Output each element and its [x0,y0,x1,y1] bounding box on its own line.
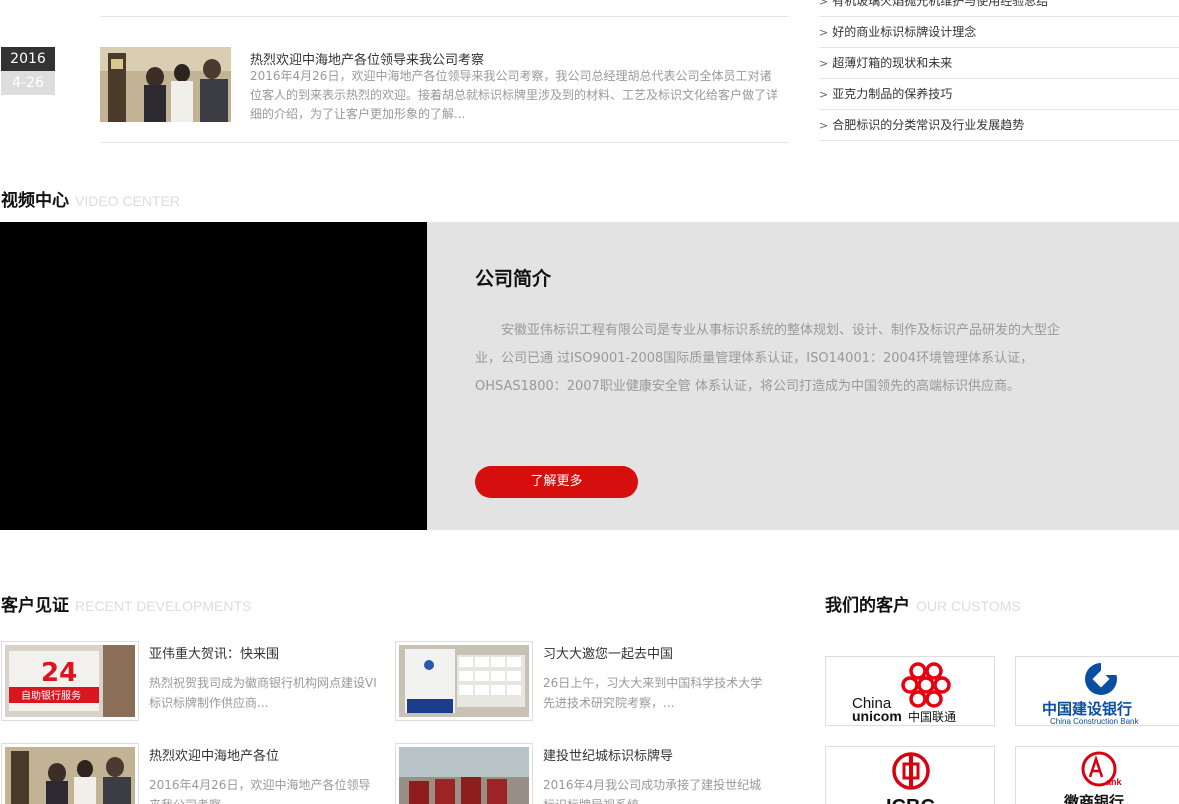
ccb-en: China Construction Bank [1050,717,1139,726]
cases-section-heading: 客户见证 RECENT DEVELOPMENTS [1,591,251,616]
video-section-subtitle: VIDEO CENTER [75,193,181,209]
svg-text:自助银行服务: 自助银行服务 [21,689,81,702]
svg-text:24: 24 [41,658,77,688]
case-thumbnail[interactable]: 24 自助银行服务 [1,641,139,721]
news-date-month-day: 4-26 [1,71,55,95]
case-summary: 26日上午，习大大来到中国科学技术大学先进技术研究院考察，... [543,676,763,710]
unicom-en-line2: unicom [852,708,902,724]
ccb-cn: 中国建设银行 [1042,700,1132,718]
huishang-en: ank [1106,777,1123,787]
company-intro-text: 安徽亚伟标识工程有限公司是专业从事标识系统的整体规划、设计、制作及标识产品研发的… [475,323,1061,394]
cases-section-subtitle: RECENT DEVELOPMENTS [75,598,252,614]
case-summary: 2016年4月26日，欢迎中海地产各位领导来我公司考察，... [149,778,371,804]
case-title[interactable]: 亚伟重大贺讯：快来围 [149,643,279,662]
side-news-list: > 有机玻璃火焰抛光机维护与使用经验总结 > 好的商业标识标牌设计理念 > 超薄灯箱的… [819,0,1179,141]
client-logo-huishang-bank[interactable]: ank 徽商银行 [1015,746,1179,804]
icbc-logo-icon: ICBC [886,752,935,804]
chevron-right-icon: > [819,0,829,8]
clients-section-title: 我们的客户 [825,596,910,616]
case-summary: 2016年4月我公司成功承接了建投世纪城标识标牌导视系统... [543,778,762,804]
side-news-text: 好的商业标识标牌设计理念 [832,25,977,39]
side-news-item[interactable]: > 亚克力制品的保养技巧 [819,79,1179,110]
news-date-year: 2016 [1,47,55,71]
icbc-text: ICBC [886,796,935,804]
news-title-link[interactable]: 热烈欢迎中海地产各位领导来我公司考察 [250,49,484,68]
case-title[interactable]: 建投世纪城标识标牌导 [543,745,673,764]
side-news-item[interactable]: > 合肥标识的分类常识及行业发展趋势 [819,110,1179,141]
side-news-item[interactable]: > 超薄灯箱的现状和未来 [819,48,1179,79]
chevron-right-icon: > [819,26,829,39]
side-news-item[interactable]: > 有机玻璃火焰抛光机维护与使用经验总结 [819,0,1179,17]
video-section-heading: 视频中心 VIDEO CENTER [1,186,180,211]
news-thumbnail[interactable] [100,47,231,122]
chevron-right-icon: > [819,57,829,70]
huishang-cn: 徽商银行 [1063,793,1124,804]
client-logo-china-unicom[interactable]: China unicom 中国联通 [825,656,995,726]
huishang-bank-logo-icon: ank 徽商银行 [1063,751,1124,804]
clients-section-heading: 我们的客户 OUR CUSTOMS [825,591,1021,616]
case-title[interactable]: 习大大邀您一起去中国 [543,643,673,662]
case-thumbnail[interactable] [395,641,533,721]
video-player[interactable] [0,222,427,530]
side-news-text: 有机玻璃火焰抛光机维护与使用经验总结 [832,0,1049,8]
clients-section-subtitle: OUR CUSTOMS [916,598,1021,614]
case-summary: 热烈祝贺我司成为徽商银行机构网点建设VI标识标牌制作供应商... [149,676,377,710]
unicom-cn: 中国联通 [908,709,956,724]
side-news-text: 合肥标识的分类常识及行业发展趋势 [832,118,1025,132]
case-title[interactable]: 热烈欢迎中海地产各位 [149,745,279,764]
chevron-right-icon: > [819,88,829,101]
chevron-right-icon: > [819,119,829,132]
ccb-logo-icon: 中国建设银行 China Construction Bank [1042,663,1139,726]
side-news-text: 亚克力制品的保养技巧 [832,87,953,101]
side-news-item[interactable]: > 好的商业标识标牌设计理念 [819,17,1179,48]
case-item[interactable]: 习大大邀您一起去中国 26日上午，习大大来到中国科学技术大学先进技术研究院考察，… [395,641,785,723]
video-section-title: 视频中心 [1,191,69,211]
side-news-text: 超薄灯箱的现状和未来 [832,56,953,70]
cases-section-title: 客户见证 [1,596,69,616]
company-intro-panel: 公司简介 安徽亚伟标识工程有限公司是专业从事标识系统的整体规划、设计、制作及标识… [427,222,1179,530]
news-divider-bottom [100,142,789,143]
news-summary: 2016年4月26日，欢迎中海地产各位领导来我公司考察，我公司总经理胡总代表公司… [250,69,779,121]
case-item[interactable]: 建投世纪城标识标牌导 2016年4月我公司成功承接了建投世纪城标识标牌导视系统.… [395,743,785,804]
client-logo-icbc[interactable]: ICBC [825,746,995,804]
case-thumbnail[interactable] [1,743,139,804]
learn-more-button[interactable]: 了解更多 [475,466,638,498]
case-item[interactable]: 24 自助银行服务 亚伟重大贺讯：快来围 热烈祝贺我司成为徽商银行机构网点建设V… [1,641,391,723]
china-unicom-logo-icon: China unicom 中国联通 [852,662,956,724]
case-thumbnail[interactable] [395,743,533,804]
news-date: 2016 4-26 [1,47,55,95]
company-intro-title: 公司简介 [475,268,552,290]
news-divider-top [100,16,789,17]
client-logo-ccb[interactable]: 中国建设银行 China Construction Bank [1015,656,1179,726]
case-item[interactable]: 热烈欢迎中海地产各位 2016年4月26日，欢迎中海地产各位领导来我公司考察，.… [1,743,391,804]
